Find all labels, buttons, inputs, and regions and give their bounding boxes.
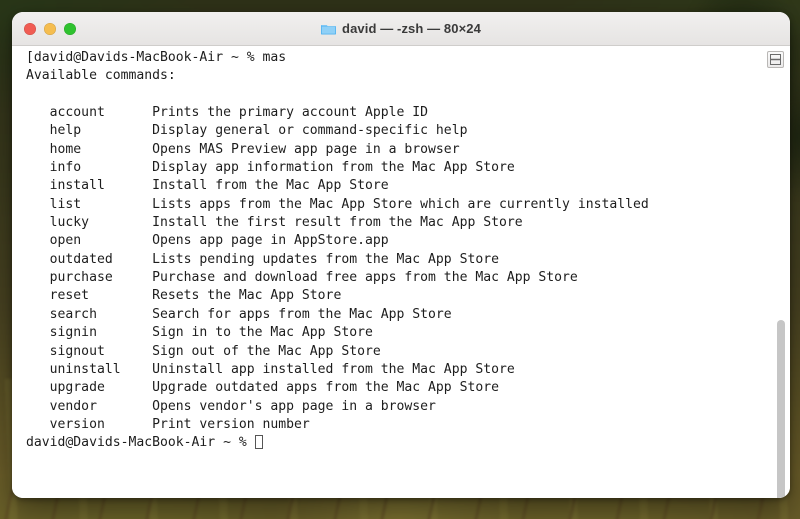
terminal-line: lucky Install the first result from the … [26,215,523,231]
terminal-line: signout Sign out of the Mac App Store [26,343,381,359]
terminal-content-area[interactable]: [david@Davids-MacBook-Air ~ % mas Availab… [12,46,790,498]
terminal-line: outdated Lists pending updates from the … [26,251,499,267]
window-title: david — -zsh — 80×24 [342,21,481,36]
terminal-line: home Opens MAS Preview app page in a bro… [26,141,460,157]
terminal-line: upgrade Upgrade outdated apps from the M… [26,380,499,396]
terminal-line: list Lists apps from the Mac App Store w… [26,196,649,212]
traffic-light-group [12,22,76,35]
terminal-line: signin Sign in to the Mac App Store [26,325,373,341]
folder-icon [321,24,337,34]
split-pane-icon [770,54,781,65]
zoom-button[interactable] [64,22,76,35]
close-button[interactable] [24,22,36,35]
terminal-line: search Search for apps from the Mac App … [26,306,452,322]
terminal-prompt-line: david@Davids-MacBook-Air ~ % [26,434,649,452]
titlebar-title-group: david — -zsh — 80×24 [12,12,790,45]
terminal-line: account Prints the primary account Apple… [26,105,429,121]
shell-prompt: david@Davids-MacBook-Air ~ % [26,435,255,451]
terminal-line: [david@Davids-MacBook-Air ~ % mas [26,50,287,65]
terminal-line: help Display general or command-specific… [26,123,468,139]
vertical-scrollbar[interactable] [775,72,787,498]
terminal-line: version Print version number [26,416,310,432]
terminal-line: reset Resets the Mac App Store [26,288,342,304]
text-cursor [254,435,263,450]
terminal-line: open Opens app page in AppStore.app [26,233,389,249]
split-pane-button[interactable] [767,51,784,68]
terminal-line: uninstall Uninstall app installed from t… [26,361,515,377]
terminal-line: Available commands: [26,68,176,84]
terminal-line: info Display app information from the Ma… [26,160,515,176]
terminal-output: [david@Davids-MacBook-Air ~ % mas Availab… [26,49,649,453]
terminal-window[interactable]: david — -zsh — 80×24 [david@Davids-MacBo… [12,12,790,498]
terminal-line: install Install from the Mac App Store [26,178,389,194]
terminal-line: purchase Purchase and download free apps… [26,270,578,286]
scrollbar-thumb[interactable] [777,320,785,498]
desktop-background: david — -zsh — 80×24 [david@Davids-MacBo… [0,0,800,519]
minimize-button[interactable] [44,22,56,35]
window-titlebar[interactable]: david — -zsh — 80×24 [12,12,790,46]
terminal-line: vendor Opens vendor's app page in a brow… [26,398,436,414]
